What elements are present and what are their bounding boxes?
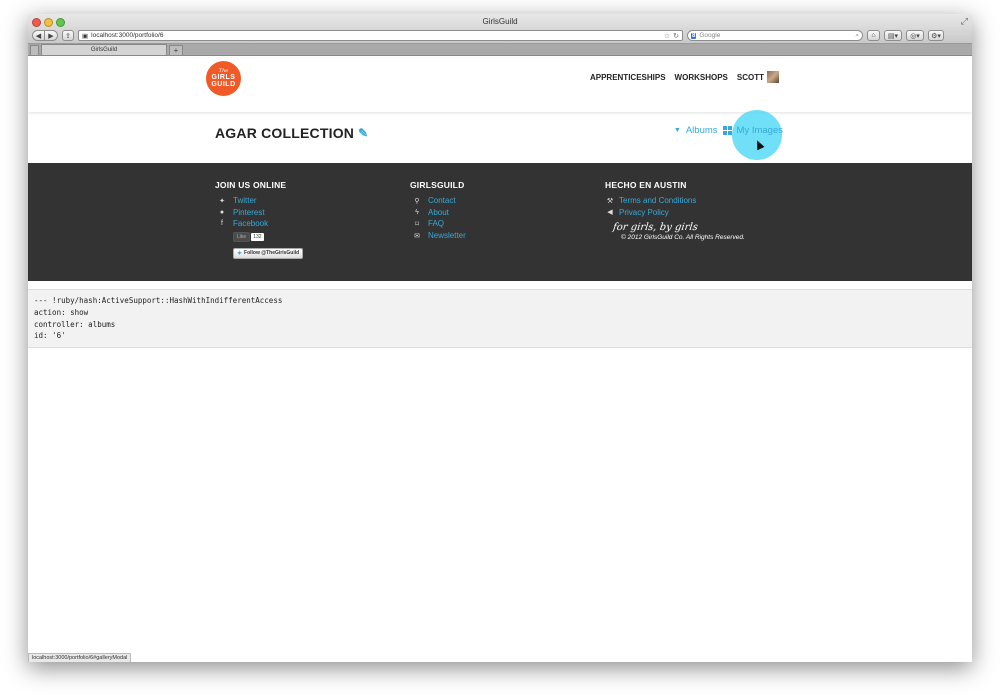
share-button[interactable]: ⇪ xyxy=(62,30,74,41)
twitter-follow-button[interactable]: ✦ Follow @TheGirlsGuild xyxy=(233,247,304,259)
footer-link-terms[interactable]: ⚒ Terms and Conditions xyxy=(605,195,745,207)
twitter-icon: ✦ xyxy=(219,197,225,205)
search-placeholder: Google xyxy=(699,32,721,39)
mouse-cursor-icon xyxy=(753,138,765,151)
tab-overview-button[interactable] xyxy=(30,45,39,55)
reload-icon[interactable]: ↻ xyxy=(673,32,679,40)
address-bar[interactable]: ▣ localhost:3000/portfolio/6 ☆ ↻ xyxy=(78,30,683,41)
footer-link-label: Terms and Conditions xyxy=(619,196,697,206)
girlsguild-links: ⚲ Contact ϟ About ⌑ FAQ ✉ Newsletter xyxy=(410,195,466,241)
debug-line: action: show xyxy=(34,307,89,317)
footer-link-label: Pinterest xyxy=(233,207,265,217)
footer-link-newsletter[interactable]: ✉ Newsletter xyxy=(410,230,466,242)
avatar xyxy=(767,71,779,83)
like-button[interactable]: Like xyxy=(233,231,251,242)
footer-link-facebook[interactable]: f Facebook xyxy=(215,218,303,230)
page-viewport: The GIRLS GUILD APPRENTICESHIPS WORKSHOP… xyxy=(28,58,972,662)
new-tab-button[interactable]: + xyxy=(169,45,183,55)
site-header: The GIRLS GUILD APPRENTICESHIPS WORKSHOP… xyxy=(28,58,972,112)
search-engine-icon[interactable]: 8 xyxy=(691,32,697,39)
forward-button[interactable]: ▶ xyxy=(45,30,58,41)
footer-link-label: Twitter xyxy=(233,196,257,206)
nav-user-name: SCOTT xyxy=(736,72,764,82)
my-images-link[interactable]: My Images xyxy=(737,125,783,136)
footer-link-pinterest[interactable]: ● Pinterest xyxy=(215,207,303,219)
albums-link[interactable]: Albums xyxy=(686,125,718,136)
lightning-icon: ϟ xyxy=(415,208,419,216)
window-title: GirlsGuild xyxy=(482,17,518,26)
page-actions: ▼ Albums My Images xyxy=(674,125,783,136)
browser-window: GirlsGuild ⤢ ◀ ▶ ⇪ ▣ localhost:3000/port… xyxy=(28,14,972,662)
map-pin-icon: ⚲ xyxy=(414,197,420,205)
settings-button[interactable]: ⚙▾ xyxy=(928,30,944,41)
footer-link-label: Facebook xyxy=(233,219,269,229)
page-title: AGAR COLLECTION ✎ xyxy=(215,125,368,141)
footer-col-austin: HECHO EN AUSTIN ⚒ Terms and Conditions ◀ P… xyxy=(605,180,745,241)
browser-toolbar: ◀ ▶ ⇪ ▣ localhost:3000/portfolio/6 ☆ ↻ 8… xyxy=(28,28,972,43)
footer-link-contact[interactable]: ⚲ Contact xyxy=(410,195,466,207)
collection-title: AGAR COLLECTION xyxy=(215,125,355,141)
status-bar: localhost:3000/portfolio/6#galleryModal xyxy=(28,653,132,662)
search-field[interactable]: 8 Google ⌕ xyxy=(687,30,863,41)
footer-link-about[interactable]: ϟ About xyxy=(410,207,466,219)
footer-link-label: FAQ xyxy=(428,219,445,229)
history-buttons: ◀ ▶ xyxy=(32,30,58,41)
page-title-bar: AGAR COLLECTION ✎ ▼ Albums My Images xyxy=(28,110,972,163)
footer-link-label: Contact xyxy=(428,196,456,206)
debug-params-dump: --- !ruby/hash:ActiveSupport::HashWithIn… xyxy=(28,289,972,348)
back-button[interactable]: ◀ xyxy=(32,30,45,41)
sidebar-button[interactable]: ▤▾ xyxy=(884,30,902,41)
footer-col-social: JOIN US ONLINE ✦ Twitter ● Pinterest f Face… xyxy=(215,180,304,260)
footer-link-label: Privacy Policy xyxy=(619,207,669,217)
footer-heading-join: JOIN US ONLINE xyxy=(215,180,287,190)
footer-heading-austin: HECHO EN AUSTIN xyxy=(605,180,687,190)
footer-col-girlsguild: GIRLSGUILD ⚲ Contact ϟ About ⌑ FAQ ✉ Newslet… xyxy=(410,180,466,241)
caret-down-icon[interactable]: ▼ xyxy=(674,127,681,134)
extensions-button[interactable]: ◎▾ xyxy=(906,30,924,41)
logo-line-2: GUILD xyxy=(211,81,236,88)
magnifier-icon: ⌕ xyxy=(855,31,859,39)
debug-line: --- !ruby/hash:ActiveSupport::HashWithIn… xyxy=(34,296,283,305)
bookmark-star-icon[interactable]: ☆ xyxy=(664,32,670,40)
debug-line: id: '6' xyxy=(34,331,66,341)
girlsguild-logo[interactable]: The GIRLS GUILD xyxy=(206,61,241,96)
tab-bar: GirlsGuild + xyxy=(28,44,972,56)
footer-heading-girlsguild: GIRLSGUILD xyxy=(410,180,465,190)
legal-links: ⚒ Terms and Conditions ◀ Privacy Policy xyxy=(605,195,745,218)
edit-icon[interactable]: ✎ xyxy=(358,126,368,140)
footer-link-twitter[interactable]: ✦ Twitter xyxy=(215,195,303,207)
twitter-bird-icon: ✦ xyxy=(237,250,243,257)
nav-apprenticeships[interactable]: APPRENTICESHIPS xyxy=(590,73,666,82)
home-button[interactable]: ⌂ xyxy=(867,30,880,41)
tagline-signature: for girls, by girls xyxy=(612,222,699,234)
footer-link-privacy[interactable]: ◀ Privacy Policy xyxy=(605,207,745,219)
bookmark-icon: ⌑ xyxy=(415,220,419,228)
main-nav: APPRENTICESHIPS WORKSHOPS SCOTT xyxy=(590,71,779,83)
page-icon: ▣ xyxy=(82,32,89,40)
site-footer: JOIN US ONLINE ✦ Twitter ● Pinterest f Face… xyxy=(28,163,972,281)
envelope-icon: ✉ xyxy=(414,232,420,240)
nav-workshops[interactable]: WORKSHOPS xyxy=(675,73,728,82)
follow-label: Follow @TheGirlsGuild xyxy=(244,250,300,257)
grid-icon[interactable] xyxy=(722,126,732,135)
copyright-text: © 2012 GirlsGuild Co. All Rights Reserve… xyxy=(621,234,745,242)
social-links: ✦ Twitter ● Pinterest f Facebook xyxy=(215,195,303,230)
like-count: 132 xyxy=(251,232,264,241)
footer-link-faq[interactable]: ⌑ FAQ xyxy=(410,218,466,230)
facebook-like-widget[interactable]: Like 132 xyxy=(233,231,303,242)
tab-girlsguild[interactable]: GirlsGuild xyxy=(41,44,167,55)
debug-line: controller: albums xyxy=(34,319,116,329)
facebook-icon: f xyxy=(221,220,223,228)
footer-link-label: About xyxy=(428,207,449,217)
nav-user-menu[interactable]: SCOTT xyxy=(737,71,779,83)
pinterest-icon: ● xyxy=(219,208,225,216)
logo-line-1: GIRLS xyxy=(211,74,236,81)
gavel-icon: ⚒ xyxy=(606,197,614,205)
fullscreen-icon[interactable]: ⤢ xyxy=(961,16,968,27)
footer-link-label: Newsletter xyxy=(428,231,466,241)
url-text: localhost:3000/portfolio/6 xyxy=(91,32,164,39)
megaphone-icon: ◀ xyxy=(607,209,613,217)
browser-chrome: GirlsGuild ⤢ ◀ ▶ ⇪ ▣ localhost:3000/port… xyxy=(28,14,972,44)
